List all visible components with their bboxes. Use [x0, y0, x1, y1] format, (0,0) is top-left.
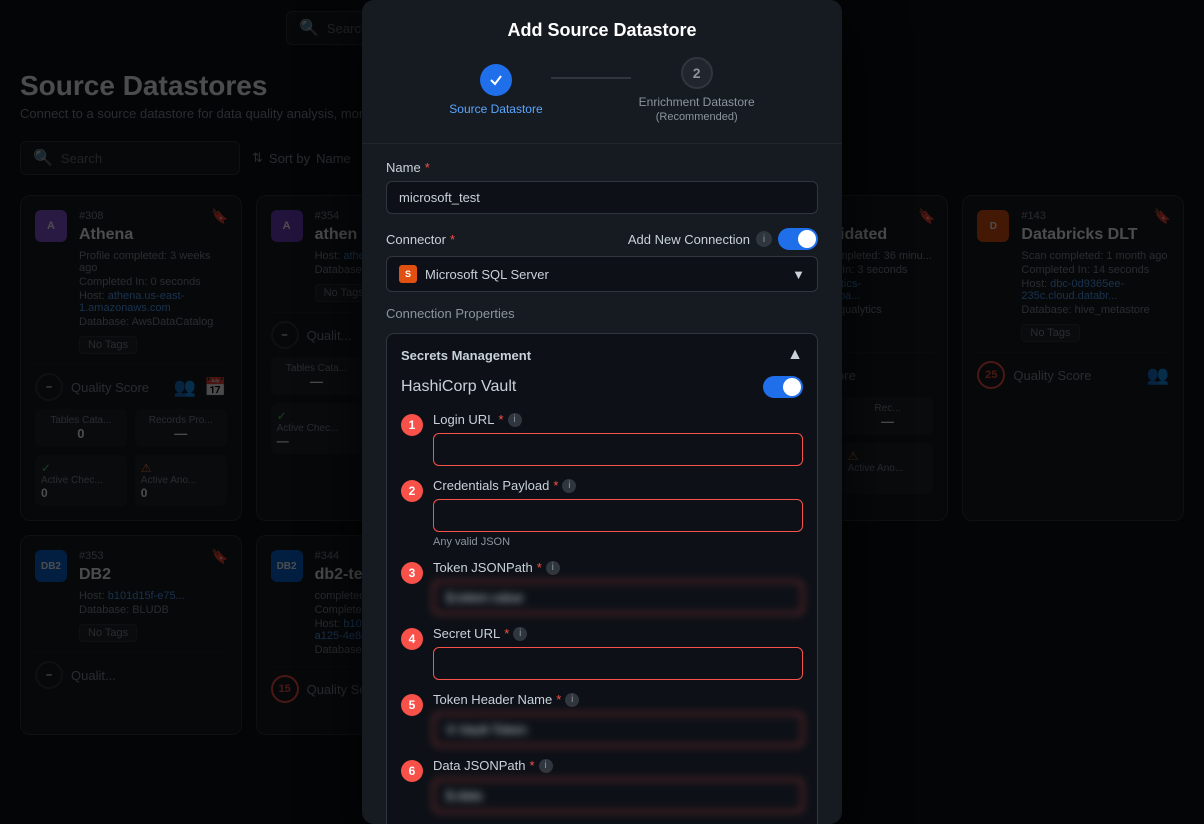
- credentials-input[interactable]: [433, 499, 803, 532]
- connection-properties: Connection Properties Secrets Management…: [386, 306, 818, 824]
- add-connection-label: Add New Connection: [628, 232, 750, 247]
- add-connection-toggle-row: Add New Connection i: [628, 228, 818, 250]
- step-badge-5: 5: [401, 694, 423, 716]
- step-1-circle: [480, 64, 512, 96]
- connector-row: Connector * Add New Connection i: [386, 228, 818, 250]
- connector-icon: S: [399, 265, 417, 283]
- step-2-circle: 2: [681, 57, 713, 89]
- secrets-header: Secrets Management ▲: [401, 346, 803, 364]
- data-jsonpath-input[interactable]: [433, 779, 803, 812]
- info-icon: i: [756, 231, 772, 247]
- credentials-content: Credentials Payload * i Any valid JSON: [433, 478, 803, 548]
- name-input[interactable]: [386, 181, 818, 214]
- step-2: 2 Enrichment Datastore (Recommended): [639, 57, 755, 123]
- data-jsonpath-label: Data JSONPath * i: [433, 758, 803, 773]
- connector-label: Connector *: [386, 232, 455, 247]
- token-jsonpath-info[interactable]: i: [546, 561, 560, 575]
- login-url-input[interactable]: [433, 433, 803, 466]
- add-source-datastore-modal: Add Source Datastore Source Datastore 2 …: [362, 0, 842, 824]
- data-jsonpath-info[interactable]: i: [539, 759, 553, 773]
- token-header-field: 5 Token Header Name * i: [401, 692, 803, 746]
- login-url-info[interactable]: i: [508, 413, 522, 427]
- modal-title: Add Source Datastore: [386, 20, 818, 41]
- token-header-info[interactable]: i: [565, 693, 579, 707]
- connector-value: Microsoft SQL Server: [425, 267, 549, 282]
- step-1: Source Datastore: [449, 64, 542, 116]
- token-jsonpath-input[interactable]: [433, 581, 803, 614]
- step-badge-2: 2: [401, 480, 423, 502]
- conn-props-header: Connection Properties: [386, 306, 818, 321]
- add-connection-toggle[interactable]: [778, 228, 818, 250]
- modal-body: Name * Connector * Add New Connection i: [362, 144, 842, 824]
- data-jsonpath-content: Data JSONPath * i: [433, 758, 803, 812]
- token-jsonpath-content: Token JSONPath * i: [433, 560, 803, 614]
- hashicorp-row: HashiCorp Vault: [401, 376, 803, 398]
- login-url-label: Login URL * i: [433, 412, 803, 427]
- credentials-info[interactable]: i: [562, 479, 576, 493]
- secret-url-field: 4 Secret URL * i: [401, 626, 803, 680]
- step-connector: [551, 77, 631, 79]
- credentials-field: 2 Credentials Payload * i Any valid JSON: [401, 478, 803, 548]
- credentials-label: Credentials Payload * i: [433, 478, 803, 493]
- name-label: Name *: [386, 160, 818, 175]
- login-url-content: Login URL * i: [433, 412, 803, 466]
- login-url-field: 1 Login URL * i: [401, 412, 803, 466]
- secret-url-input[interactable]: [433, 647, 803, 680]
- secret-url-content: Secret URL * i: [433, 626, 803, 680]
- secret-url-info[interactable]: i: [513, 627, 527, 641]
- token-jsonpath-label: Token JSONPath * i: [433, 560, 803, 575]
- secrets-chevron[interactable]: ▲: [787, 346, 803, 364]
- token-jsonpath-field: 3 Token JSONPath * i: [401, 560, 803, 614]
- step-badge-6: 6: [401, 760, 423, 782]
- token-header-label: Token Header Name * i: [433, 692, 803, 707]
- step-badge-4: 4: [401, 628, 423, 650]
- connector-field-group: Connector * Add New Connection i S Micro…: [386, 228, 818, 292]
- step-2-label: Enrichment Datastore (Recommended): [639, 95, 755, 123]
- hashicorp-label: HashiCorp Vault: [401, 378, 516, 396]
- data-jsonpath-field: 6 Data JSONPath * i: [401, 758, 803, 812]
- token-header-content: Token Header Name * i: [433, 692, 803, 746]
- name-field-group: Name *: [386, 160, 818, 214]
- step-badge-3: 3: [401, 562, 423, 584]
- wizard-stepper: Source Datastore 2 Enrichment Datastore …: [386, 57, 818, 123]
- step-badge-1: 1: [401, 414, 423, 436]
- modal-header: Add Source Datastore Source Datastore 2 …: [362, 0, 842, 144]
- step-1-label: Source Datastore: [449, 102, 542, 116]
- connector-select[interactable]: S Microsoft SQL Server ▼: [386, 256, 818, 292]
- credentials-hint: Any valid JSON: [433, 536, 803, 548]
- token-header-input[interactable]: [433, 713, 803, 746]
- secret-url-label: Secret URL * i: [433, 626, 803, 641]
- secrets-section: Secrets Management ▲ HashiCorp Vault 1 L…: [386, 333, 818, 824]
- chevron-down-icon: ▼: [792, 267, 805, 282]
- secrets-title: Secrets Management: [401, 348, 531, 363]
- hashicorp-toggle[interactable]: [763, 376, 803, 398]
